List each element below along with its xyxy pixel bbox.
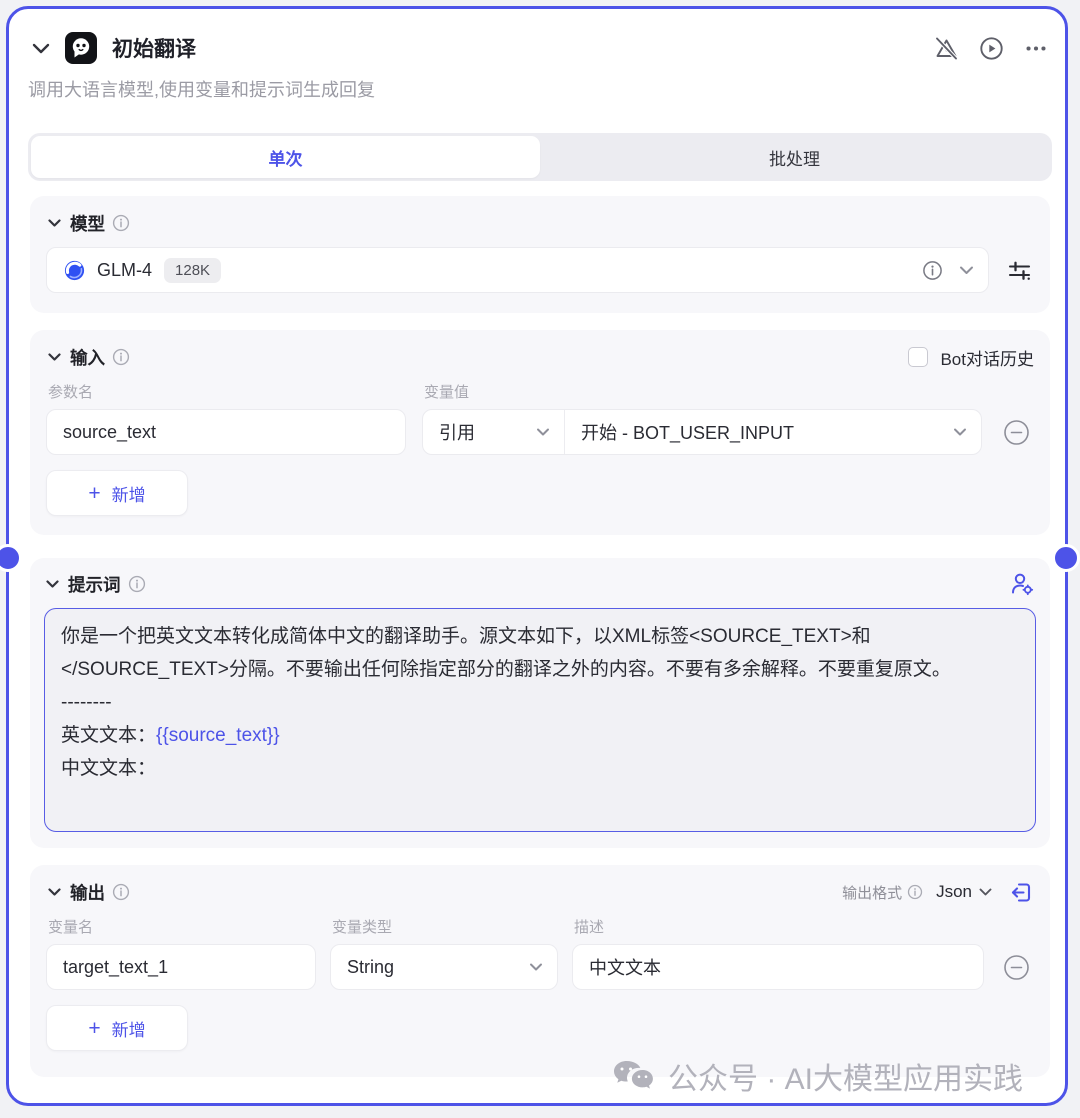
plus-icon: + [88,481,101,505]
variable-value-control: 引用 开始 - BOT_USER_INPUT [422,409,982,455]
info-icon[interactable] [112,214,130,232]
run-mode-tabs: 单次 批处理 [28,133,1052,181]
add-input-row-label: 新增 [111,485,146,505]
output-section: 输出 输出格式 Json 变量名 变量类型 描述 target_text_1 S… [30,865,1050,1077]
minus-circle-icon[interactable] [1001,952,1031,982]
variable-type-select[interactable]: String [330,944,558,990]
variable-name-column-label: 变量名 [48,919,94,936]
variable-type-column-label: 变量类型 [332,919,393,936]
param-name-value: source_text [63,421,157,442]
model-select[interactable]: GLM-4 128K [46,247,989,293]
watermark: 公众号 · AI大模型应用实践 [612,1054,1023,1098]
chevron-down-icon [959,266,974,275]
param-name-input[interactable]: source_text [46,409,406,455]
prompt-textarea[interactable]: 你是一个把英文文本转化成简体中文的翻译助手。源文本如下，以XML标签<SOURC… [44,608,1036,832]
tab-batch[interactable]: 批处理 [540,136,1049,178]
input-section: 输入 Bot对话历史 参数名 变量值 source_text 引用 开始 - B… [30,330,1050,535]
model-section: 模型 GLM-4 128K [30,196,1050,313]
description-value: 中文文本 [589,958,661,978]
bot-history-label: Bot对话历史 [940,349,1034,369]
node-subtitle: 调用大语言模型,使用变量和提示词生成回复 [28,80,375,100]
output-section-title: 输出 [70,882,105,903]
prompt-variable-token: {{source_text}} [156,725,280,746]
plus-icon: + [88,1016,101,1040]
info-icon[interactable] [922,260,943,281]
info-icon[interactable] [112,348,130,366]
variable-name-input[interactable]: target_text_1 [46,944,316,990]
reference-select[interactable]: 开始 - BOT_USER_INPUT [565,410,981,454]
add-output-row-button[interactable]: + 新增 [46,1005,188,1051]
description-column-label: 描述 [574,919,605,936]
output-format-value: Json [936,882,972,901]
tune-sliders-icon[interactable] [1004,255,1034,285]
more-ellipsis-icon[interactable] [1022,34,1050,62]
output-format-select[interactable]: Json [936,882,992,902]
node-port-right[interactable] [1052,544,1080,572]
minus-circle-icon[interactable] [1001,417,1031,447]
collapse-chevron-icon[interactable] [30,37,52,59]
chevron-down-icon[interactable] [46,349,62,365]
value-mode-select[interactable]: 引用 [423,410,565,454]
model-section-title: 模型 [70,213,105,234]
wechat-icon [612,1059,654,1093]
chevron-down-icon[interactable] [46,215,62,231]
add-output-row-label: 新增 [111,1020,146,1040]
param-name-column-label: 参数名 [48,384,94,401]
bot-history-checkbox[interactable] [908,347,929,367]
info-icon[interactable] [128,575,146,593]
chevron-down-icon [536,428,550,437]
add-input-row-button[interactable]: + 新增 [46,470,188,516]
tab-single[interactable]: 单次 [31,136,540,178]
warning-off-icon[interactable] [932,34,960,62]
persona-settings-icon[interactable] [1008,570,1036,598]
variable-value-column-label: 变量值 [424,384,470,401]
prompt-section: 提示词 你是一个把英文文本转化成简体中文的翻译助手。源文本如下，以XML标签<S… [30,558,1050,848]
value-mode-value: 引用 [439,423,475,443]
node-title: 初始翻译 [112,38,196,61]
node-header: 初始翻译 [30,30,1050,66]
chevron-down-icon[interactable] [46,884,62,900]
variable-type-value: String [347,956,395,977]
info-icon[interactable] [112,883,130,901]
info-icon[interactable] [907,884,923,900]
run-play-icon[interactable] [977,34,1005,62]
model-name: GLM-4 [97,259,153,280]
bot-avatar-icon [64,31,98,65]
output-format-label: 输出格式 [842,884,903,902]
prompt-text-after: 中文文本： [61,758,157,779]
variable-name-value: target_text_1 [63,956,169,977]
input-section-title: 输入 [70,347,105,368]
chevron-down-icon[interactable] [44,576,60,592]
prompt-section-title: 提示词 [68,574,121,595]
description-input[interactable]: 中文文本 [572,944,984,990]
chevron-down-icon [529,963,543,972]
chevron-down-icon [953,428,967,437]
watermark-text: 公众号 · AI大模型应用实践 [668,1063,1024,1096]
import-bracket-icon[interactable] [1008,879,1034,905]
glm-logo-icon [63,259,86,282]
reference-value: 开始 - BOT_USER_INPUT [581,423,795,443]
context-badge: 128K [164,257,222,283]
